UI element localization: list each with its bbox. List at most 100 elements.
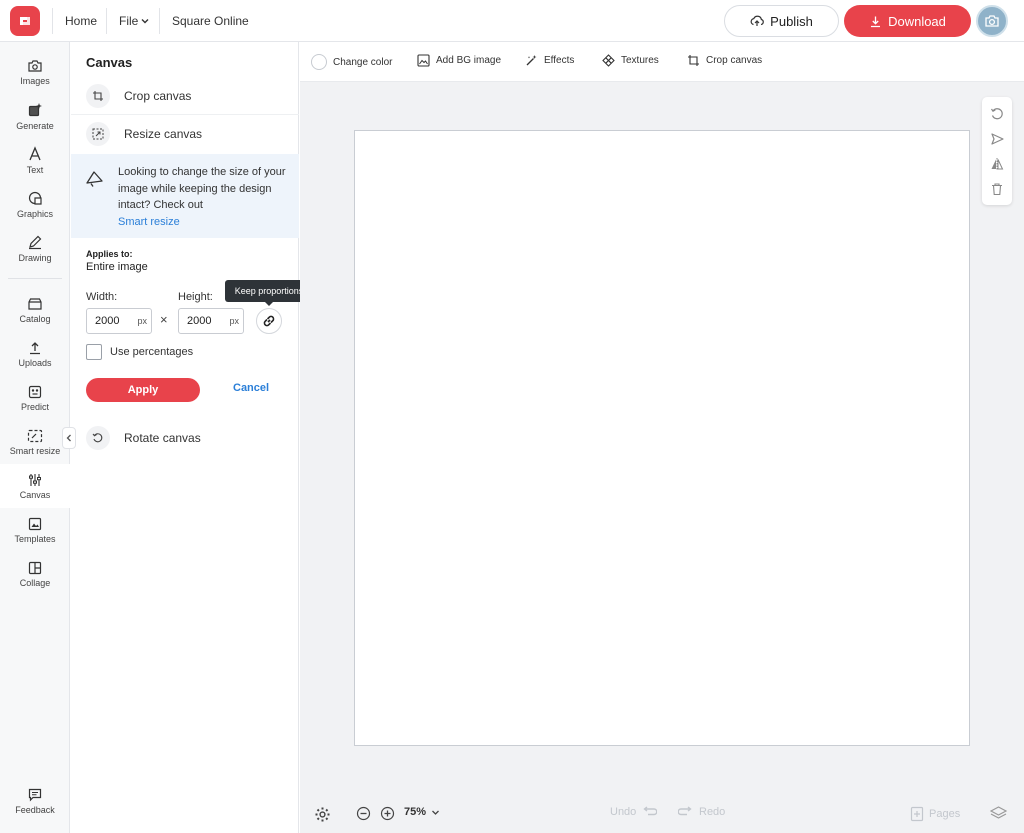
undo-button[interactable]: Undo xyxy=(610,806,658,818)
undo-label: Undo xyxy=(610,806,637,818)
templates-icon xyxy=(28,517,42,530)
crop-canvas-toolbar-button[interactable]: Crop canvas xyxy=(687,54,762,67)
canvas-sliders-icon xyxy=(29,473,41,486)
rail-item-feedback[interactable]: Feedback xyxy=(0,779,70,823)
link-icon xyxy=(263,315,275,327)
image-icon xyxy=(417,54,430,67)
rail-item-label: Smart resize xyxy=(9,445,61,456)
home-link[interactable]: Home xyxy=(65,14,97,28)
rail-item-uploads[interactable]: Uploads xyxy=(0,332,70,376)
cancel-button[interactable]: Cancel xyxy=(233,382,269,394)
collapse-panel-button[interactable] xyxy=(62,427,76,449)
feedback-icon xyxy=(28,788,42,801)
rail-item-text[interactable]: Text xyxy=(0,138,70,182)
canvas-toolbar: Change color Add BG image Effects Textur… xyxy=(300,42,1024,82)
file-menu-label: File xyxy=(119,14,139,28)
zoom-out-button[interactable] xyxy=(356,806,371,821)
download-button[interactable]: Download xyxy=(844,5,971,37)
smart-resize-link[interactable]: Smart resize xyxy=(118,216,180,228)
change-color-label: Change color xyxy=(333,56,393,68)
megaphone-icon xyxy=(86,171,103,187)
crop-canvas-toolbar-label: Crop canvas xyxy=(706,55,763,66)
shapes-icon xyxy=(28,191,42,205)
design-canvas[interactable] xyxy=(354,130,970,746)
rail-item-predict[interactable]: Predict xyxy=(0,376,70,420)
add-bg-image-button[interactable]: Add BG image xyxy=(417,54,501,67)
rail-item-label: Collage xyxy=(19,577,51,588)
rail-item-label: Templates xyxy=(14,533,56,544)
rail-item-templates[interactable]: Templates xyxy=(0,508,70,552)
gear-icon xyxy=(315,807,330,822)
rail-item-generate[interactable]: Generate xyxy=(0,94,70,138)
file-menu[interactable]: File xyxy=(119,14,149,28)
width-label: Width: xyxy=(86,291,118,303)
keep-proportions-button[interactable] xyxy=(256,308,282,334)
divider xyxy=(106,8,107,34)
user-avatar[interactable] xyxy=(976,5,1008,37)
textures-button[interactable]: Textures xyxy=(602,54,659,67)
divider xyxy=(71,114,299,115)
flip-icon[interactable] xyxy=(990,157,1004,171)
pen-icon xyxy=(29,235,42,249)
rotate-canvas-label: Rotate canvas xyxy=(124,431,201,445)
height-label: Height: xyxy=(178,291,213,303)
rail-item-label: Uploads xyxy=(18,357,52,368)
redo-label: Redo xyxy=(699,806,726,818)
rail-item-images[interactable]: Images xyxy=(0,50,70,94)
publish-button[interactable]: Publish xyxy=(724,5,839,37)
use-percentages-checkbox[interactable] xyxy=(86,344,102,360)
resize-canvas-option[interactable]: Resize canvas xyxy=(71,116,299,152)
upload-icon xyxy=(30,341,40,354)
project-name[interactable]: Square Online xyxy=(172,14,249,28)
rail-divider xyxy=(8,278,62,279)
resize-canvas-label: Resize canvas xyxy=(124,127,203,141)
smart-resize-icon xyxy=(27,429,43,442)
canvas-panel: Canvas Crop canvas Resize canvas Looking… xyxy=(71,42,313,833)
rail-item-canvas[interactable]: Canvas xyxy=(0,464,70,508)
effects-button[interactable]: Effects xyxy=(525,54,574,67)
zoom-in-button[interactable] xyxy=(380,806,395,821)
resize-icon xyxy=(86,122,110,146)
rail-item-catalog[interactable]: Catalog xyxy=(0,288,70,332)
apply-button[interactable]: Apply xyxy=(86,378,200,402)
rail-item-label: Predict xyxy=(20,401,49,412)
download-icon xyxy=(871,16,881,27)
publish-label: Publish xyxy=(770,13,813,29)
workspace: Change color Add BG image Effects Textur… xyxy=(300,42,1024,833)
left-rail: Images Generate Text Graphics Drawing Ca… xyxy=(0,42,70,833)
rail-item-label: Generate xyxy=(16,120,54,131)
send-icon[interactable] xyxy=(990,132,1004,146)
rail-item-drawing[interactable]: Drawing xyxy=(0,226,70,270)
height-value: 2000 xyxy=(187,315,212,327)
chevron-down-icon xyxy=(432,810,439,815)
rail-item-graphics[interactable]: Graphics xyxy=(0,182,70,226)
change-color-button[interactable]: Change color xyxy=(311,54,392,70)
rotate-canvas-option[interactable]: Rotate canvas xyxy=(71,420,299,456)
crop-canvas-option[interactable]: Crop canvas xyxy=(71,78,299,114)
redo-button[interactable]: Redo xyxy=(678,806,725,818)
crop-icon xyxy=(86,84,110,108)
settings-button[interactable] xyxy=(314,806,331,823)
rail-item-smart-resize[interactable]: Smart resize xyxy=(0,420,70,464)
zoom-level-dropdown[interactable]: 75% xyxy=(404,806,440,818)
smart-resize-info: Looking to change the size of your image… xyxy=(71,154,299,238)
app-logo[interactable] xyxy=(10,6,40,36)
layers-button[interactable] xyxy=(990,806,1007,821)
trash-icon[interactable] xyxy=(990,182,1004,196)
rail-item-collage[interactable]: Collage xyxy=(0,552,70,596)
layers-icon xyxy=(990,806,1007,819)
rail-item-label: Text xyxy=(26,164,44,175)
rail-item-label: Feedback xyxy=(15,804,55,815)
camera-icon xyxy=(28,59,42,72)
width-input[interactable]: 2000 px xyxy=(86,308,152,334)
pages-button[interactable]: Pages xyxy=(910,806,960,822)
height-input[interactable]: 2000 px xyxy=(178,308,244,334)
reset-icon[interactable] xyxy=(990,107,1004,121)
rail-item-label: Canvas xyxy=(19,489,51,500)
width-value: 2000 xyxy=(95,315,120,327)
logo-icon xyxy=(20,17,30,25)
page-add-icon xyxy=(910,806,924,822)
minus-circle-icon xyxy=(356,806,371,821)
rail-item-label: Drawing xyxy=(18,252,52,263)
use-percentages-option[interactable]: Use percentages xyxy=(86,344,193,360)
